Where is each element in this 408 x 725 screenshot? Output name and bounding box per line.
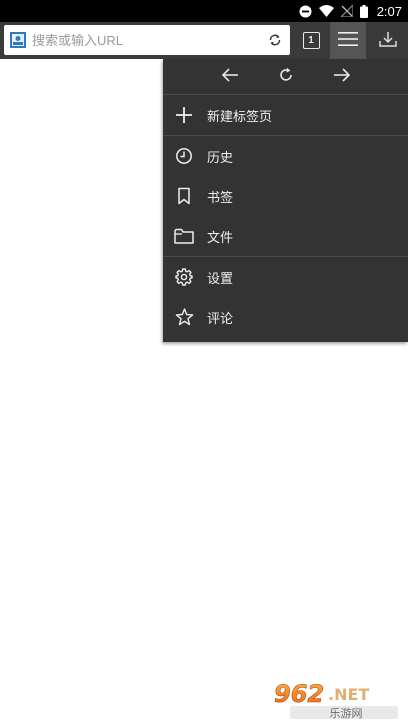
url-input[interactable] (32, 26, 263, 54)
svg-text:乐游网: 乐游网 (330, 707, 363, 720)
menu-item-label: 历史 (207, 150, 234, 166)
reload-icon (278, 67, 294, 87)
menu-item-files[interactable]: 文件 (163, 216, 408, 256)
url-bar[interactable] (4, 25, 290, 55)
watermark-logo: 962 .NET 乐游网 (270, 678, 404, 720)
refresh-icon[interactable] (263, 28, 287, 52)
back-button[interactable] (216, 63, 244, 91)
download-button[interactable] (368, 22, 408, 59)
menu-item-feedback[interactable]: 评论 (163, 297, 408, 337)
menu-item-label: 评论 (207, 311, 234, 327)
menu-item-label: 书签 (207, 190, 234, 206)
browser-toolbar: 1 (0, 22, 408, 59)
menu-item-settings[interactable]: 设置 (163, 257, 408, 297)
plus-icon (174, 105, 194, 125)
star-icon (174, 307, 194, 327)
svg-text:962: 962 (274, 680, 324, 708)
wifi-icon (318, 5, 334, 17)
forward-button[interactable] (328, 63, 356, 91)
site-favicon-icon (10, 32, 26, 48)
menu-item-label: 新建标签页 (207, 109, 273, 125)
menu-item-bookmarks[interactable]: 书签 (163, 176, 408, 216)
menu-item-new-tab[interactable]: 新建标签页 (163, 95, 408, 135)
menu-nav-row (163, 59, 408, 95)
menu-item-label: 设置 (207, 271, 234, 287)
folder-icon (174, 226, 194, 246)
reload-button[interactable] (272, 63, 300, 91)
forward-arrow-icon (333, 67, 351, 86)
no-signal-icon (340, 5, 353, 17)
download-icon (379, 30, 397, 52)
overflow-menu: 新建标签页 历史 书签 文件 设置 评论 (163, 59, 408, 342)
svg-text:.NET: .NET (328, 685, 369, 704)
clock-icon (174, 146, 194, 166)
status-bar: 2:07 (0, 0, 408, 22)
gear-icon (174, 267, 194, 287)
tabs-button[interactable]: 1 (294, 22, 328, 59)
battery-icon (359, 4, 368, 18)
menu-item-label: 文件 (207, 230, 234, 246)
hamburger-icon (338, 31, 358, 51)
bookmark-icon (174, 186, 194, 206)
menu-button[interactable] (330, 22, 366, 59)
status-time: 2:07 (376, 3, 402, 19)
menu-item-history[interactable]: 历史 (163, 136, 408, 176)
tab-count: 1 (302, 32, 320, 49)
back-arrow-icon (221, 67, 239, 86)
do-not-disturb-icon (299, 5, 312, 18)
